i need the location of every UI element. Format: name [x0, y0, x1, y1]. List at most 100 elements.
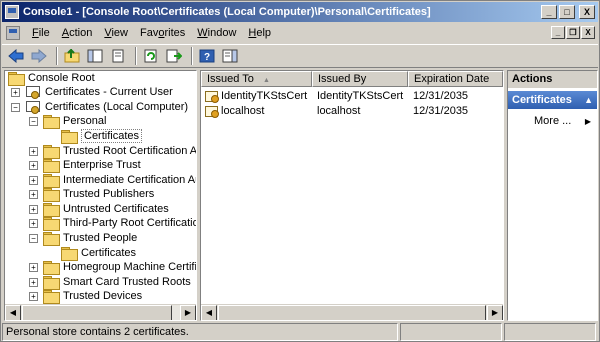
toolbar-separator: [135, 47, 137, 65]
certificate-store-icon: [25, 85, 41, 99]
scroll-thumb[interactable]: [22, 305, 172, 320]
tree-item-untrusted[interactable]: Untrusted Certificates: [43, 202, 169, 217]
tree-item-trusted-publishers[interactable]: Trusted Publishers: [43, 187, 154, 202]
tree-item-certificates-local-computer[interactable]: Certificates (Local Computer): [25, 100, 188, 114]
tree-item-intermediate[interactable]: Intermediate Certification Auth: [43, 173, 196, 188]
status-text: Personal store contains 2 certificates.: [2, 323, 398, 341]
certificate-icon: [205, 90, 219, 103]
scroll-left-button[interactable]: ◀: [5, 305, 21, 320]
folder-icon: [61, 247, 78, 261]
scroll-left-button[interactable]: ◀: [201, 305, 217, 320]
show-hide-tree-icon[interactable]: [85, 46, 105, 66]
folder-icon: [43, 261, 60, 275]
actions-group-certificates[interactable]: Certificates ▲: [508, 91, 597, 109]
expand-toggle[interactable]: +: [29, 176, 38, 185]
tree-item-smart-card[interactable]: Smart Card Trusted Roots: [43, 275, 191, 290]
expand-toggle[interactable]: +: [29, 161, 38, 170]
column-header-expiration-date[interactable]: Expiration Date: [408, 71, 503, 87]
table-row[interactable]: localhost localhost 12/31/2035: [201, 103, 503, 119]
expand-toggle[interactable]: +: [29, 278, 38, 287]
title-bar[interactable]: Console1 - [Console Root\Certificates (L…: [2, 2, 598, 22]
certificate-icon: [205, 105, 219, 118]
help-icon[interactable]: ?: [197, 46, 217, 66]
tree-item-third-party-root[interactable]: Third-Party Root Certification A: [43, 216, 196, 231]
collapse-up-icon[interactable]: ▲: [584, 91, 593, 109]
back-icon[interactable]: [6, 46, 26, 66]
up-folder-icon[interactable]: [62, 46, 82, 66]
expand-toggle[interactable]: +: [29, 263, 38, 272]
show-hide-action-pane-icon[interactable]: [220, 46, 240, 66]
results-pane[interactable]: Issued To ▲ Issued By Expiration Date Id…: [200, 70, 504, 321]
folder-icon: [43, 276, 60, 290]
folder-icon: [43, 203, 60, 217]
expand-toggle[interactable]: +: [29, 147, 38, 156]
column-header-issued-to[interactable]: Issued To ▲: [201, 71, 312, 87]
svg-text:?: ?: [204, 52, 210, 63]
folder-icon: [43, 217, 60, 231]
collapse-toggle[interactable]: −: [29, 234, 38, 243]
certificate-store-icon: [25, 100, 41, 114]
more-actions-link[interactable]: More ...: [534, 115, 571, 127]
folder-icon: [8, 72, 25, 86]
status-bar: Personal store contains 2 certificates.: [2, 323, 598, 341]
expand-toggle[interactable]: +: [29, 219, 38, 228]
tree-horizontal-scrollbar[interactable]: ◀ ▶: [5, 304, 196, 320]
sort-ascending-icon: ▲: [262, 77, 270, 84]
menu-view[interactable]: View: [98, 27, 134, 39]
list-horizontal-scrollbar[interactable]: ◀ ▶: [201, 304, 503, 320]
column-header-issued-by[interactable]: Issued By: [312, 71, 408, 87]
menu-favorites[interactable]: Favorites: [134, 27, 191, 39]
folder-icon: [43, 232, 60, 246]
scroll-thumb[interactable]: [218, 305, 486, 320]
menu-action[interactable]: Action: [56, 27, 99, 39]
mmc-app-icon[interactable]: [5, 5, 19, 19]
close-button[interactable]: X: [579, 5, 595, 19]
status-cell-empty: [400, 323, 502, 341]
toolbar-separator: [191, 47, 193, 65]
expand-toggle[interactable]: +: [29, 190, 38, 199]
console-tree-pane[interactable]: Console Root + Certificates - Current Us…: [4, 70, 197, 321]
menu-window[interactable]: Window: [191, 27, 242, 39]
actions-pane: Actions Certificates ▲ More ... ▶: [507, 70, 598, 321]
mdi-restore-button[interactable]: ❐: [566, 26, 580, 39]
copy-icon[interactable]: [108, 46, 128, 66]
expand-toggle[interactable]: +: [29, 205, 38, 214]
folder-icon: [43, 188, 60, 202]
minimize-button[interactable]: _: [541, 5, 557, 19]
menu-file[interactable]: File: [26, 27, 56, 39]
tree-item-personal[interactable]: Personal: [43, 114, 106, 129]
collapse-toggle[interactable]: −: [29, 117, 38, 126]
actions-header: Actions: [508, 71, 597, 88]
menu-bar: File Action View Favorites Window Help _…: [2, 23, 598, 43]
toolbar-separator: [56, 47, 58, 65]
scroll-right-button[interactable]: ▶: [487, 305, 503, 320]
scroll-right-button[interactable]: ▶: [180, 305, 196, 320]
expand-toggle[interactable]: +: [29, 292, 38, 301]
mmc-window: Console1 - [Console Root\Certificates (L…: [0, 0, 600, 342]
refresh-icon[interactable]: [141, 46, 161, 66]
mdi-minimize-button[interactable]: _: [551, 26, 565, 39]
document-control-icon[interactable]: [6, 26, 20, 40]
tree-item-trusted-people-certificates[interactable]: Certificates: [61, 246, 136, 261]
folder-icon: [43, 115, 60, 129]
tree-item-certificates-current-user[interactable]: Certificates - Current User: [25, 85, 173, 99]
table-row[interactable]: IdentityTKStsCert IdentityTKStsCert 12/3…: [201, 88, 503, 104]
tree-item-trusted-root[interactable]: Trusted Root Certification Auth: [43, 144, 196, 159]
tree-item-trusted-devices[interactable]: Trusted Devices: [43, 289, 142, 304]
maximize-button[interactable]: □: [559, 5, 575, 19]
tree-item-homegroup[interactable]: Homegroup Machine Certificate: [43, 260, 196, 275]
tree-item-trusted-people[interactable]: Trusted People: [43, 231, 137, 246]
collapse-toggle[interactable]: −: [11, 103, 20, 112]
toolbar: ?: [2, 44, 598, 68]
export-list-icon[interactable]: [164, 46, 184, 66]
mdi-close-button[interactable]: X: [581, 26, 595, 39]
expand-toggle[interactable]: +: [11, 88, 20, 97]
tree-item-personal-certificates[interactable]: Certificates: [61, 129, 143, 144]
folder-icon: [43, 290, 60, 304]
tree-item-enterprise-trust[interactable]: Enterprise Trust: [43, 158, 141, 173]
folder-icon: [43, 174, 60, 188]
menu-help[interactable]: Help: [242, 27, 277, 39]
folder-icon: [43, 145, 60, 159]
forward-icon[interactable]: [29, 46, 49, 66]
tree-item-console-root[interactable]: Console Root: [8, 71, 95, 86]
